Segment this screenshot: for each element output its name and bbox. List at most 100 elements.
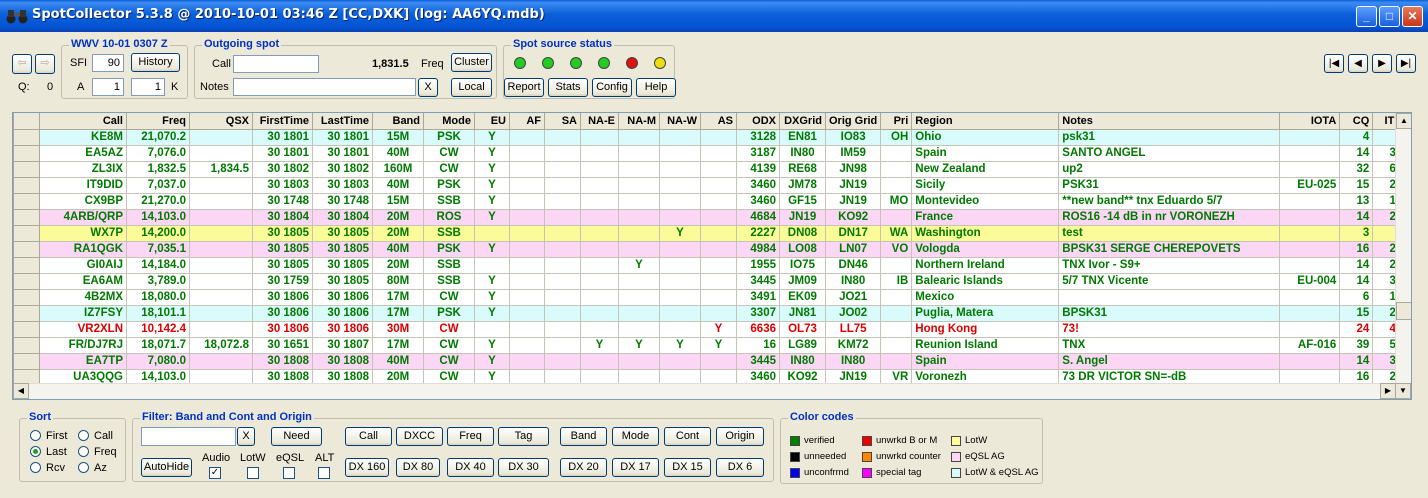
config-button[interactable]: Config (592, 78, 632, 97)
column-header[interactable]: Region (911, 113, 1060, 130)
column-header[interactable]: AS (700, 113, 737, 130)
table-row[interactable]: FR/DJ7RJ 18,071.7 18,072.8 30 1651 30 1807 17… (13, 336, 1407, 354)
filter-input[interactable] (141, 427, 236, 446)
table-row[interactable]: KE8M 21,070.2 30 1801 30 1801 15M PSK Y 3128 EN8… (13, 128, 1407, 146)
dx17-button[interactable]: DX 17 (612, 458, 659, 477)
local-button[interactable]: Local (451, 78, 492, 97)
column-header[interactable]: SA (544, 113, 581, 130)
row-selector[interactable] (13, 144, 40, 162)
sort-last-radio[interactable] (30, 446, 41, 457)
dx20-button[interactable]: DX 20 (560, 458, 607, 477)
table-row[interactable]: EA7TP 7,080.0 30 1808 30 1808 40M CW Y 3445 IN80… (13, 352, 1407, 370)
column-header[interactable]: NA-W (659, 113, 701, 130)
minimize-button[interactable]: _ (1356, 6, 1377, 27)
column-header[interactable]: Call (39, 113, 127, 130)
dx160-button[interactable]: DX 160 (345, 458, 389, 477)
table-row[interactable]: IZ7FSY 18,101.1 30 1806 30 1806 17M PSK Y 3307 J… (13, 304, 1407, 322)
column-header[interactable]: Mode (423, 113, 475, 130)
column-header[interactable]: QSX (189, 113, 253, 130)
freq-filter-button[interactable]: Freq (447, 427, 494, 446)
audio-checkbox[interactable]: ✓ (209, 467, 221, 479)
call-input[interactable] (233, 55, 319, 73)
prev-record-icon[interactable]: ◀ (1348, 54, 1368, 73)
row-selector[interactable] (13, 224, 40, 242)
column-header[interactable]: CQ (1339, 113, 1374, 130)
table-row[interactable]: GI0AIJ 14,184.0 30 1805 30 1805 20M SSB Y 1955 I… (13, 256, 1407, 274)
dx30-button[interactable]: DX 30 (498, 458, 549, 477)
column-header[interactable]: Freq (126, 113, 190, 130)
column-header[interactable]: FirstTime (252, 113, 313, 130)
column-header[interactable]: ODX (736, 113, 780, 130)
back-arrow-icon[interactable]: ⇦ (12, 54, 32, 74)
row-selector[interactable] (13, 192, 40, 210)
row-selector[interactable] (13, 208, 40, 226)
column-header[interactable]: NA-E (580, 113, 619, 130)
stats-button[interactable]: Stats (548, 78, 588, 97)
tag-filter-button[interactable]: Tag (498, 427, 549, 446)
table-row[interactable]: 4ARB/QRP 14,103.0 30 1804 30 1804 20M ROS Y 468… (13, 208, 1407, 226)
row-selector[interactable] (13, 304, 40, 322)
sort-call-radio[interactable] (78, 430, 89, 441)
column-header[interactable]: AF (509, 113, 545, 130)
column-header[interactable]: IOTA (1279, 113, 1341, 130)
dx15-button[interactable]: DX 15 (664, 458, 711, 477)
column-header[interactable]: Pri (880, 113, 913, 130)
cluster-button[interactable]: Cluster (451, 53, 492, 72)
table-row[interactable]: 4B2MX 18,080.0 30 1806 30 1806 17M CW Y 3491 EK0… (13, 288, 1407, 306)
table-row[interactable]: EA6AM 3,789.0 30 1759 30 1805 80M SSB Y 3445 JM0… (13, 272, 1407, 290)
alt-checkbox[interactable] (318, 467, 330, 479)
dx40-button[interactable]: DX 40 (447, 458, 494, 477)
row-selector[interactable] (13, 336, 40, 354)
scroll-left-icon[interactable]: ◀ (13, 383, 29, 399)
maximize-button[interactable]: □ (1379, 6, 1400, 27)
table-row[interactable]: IT9DID 7,037.0 30 1803 30 1803 40M PSK Y 3460 JM… (13, 176, 1407, 194)
table-row[interactable]: ZL3IX 1,832.5 1,834.5 30 1802 30 1802 160M CW Y… (13, 160, 1407, 178)
lotw-checkbox[interactable] (247, 467, 259, 479)
help-button[interactable]: Help (636, 78, 676, 97)
column-header[interactable]: LastTime (312, 113, 373, 130)
table-row[interactable]: RA1QGK 7,035.1 30 1805 30 1805 40M PSK Y 4984 LO… (13, 240, 1407, 258)
mode-filter-button[interactable]: Mode (612, 427, 659, 446)
cont-filter-button[interactable]: Cont (664, 427, 711, 446)
report-button[interactable]: Report (504, 78, 544, 97)
column-header[interactable]: DXGrid (779, 113, 826, 130)
band-filter-button[interactable]: Band (560, 427, 607, 446)
table-row[interactable]: EA5AZ 7,076.0 30 1801 30 1801 40M CW Y 3187 IN80… (13, 144, 1407, 162)
spot-grid[interactable]: Call Freq QSX FirstTime LastTime Band Mode EU AF… (12, 112, 1412, 400)
sort-rcv-radio[interactable] (30, 462, 41, 473)
origin-filter-button[interactable]: Origin (716, 427, 764, 446)
row-selector[interactable] (13, 256, 40, 274)
row-selector[interactable] (13, 272, 40, 290)
sort-first-radio[interactable] (30, 430, 41, 441)
column-header[interactable]: Notes (1058, 113, 1281, 130)
row-selector[interactable] (13, 240, 40, 258)
row-selector[interactable] (13, 128, 40, 146)
scroll-right-icon[interactable]: ▶ (1380, 383, 1396, 399)
scroll-up-icon[interactable]: ▲ (1396, 113, 1411, 129)
column-header[interactable]: EU (474, 113, 510, 130)
row-selector[interactable] (13, 288, 40, 306)
scroll-thumb[interactable] (1396, 302, 1411, 320)
vertical-scrollbar[interactable]: ▲ (1395, 113, 1411, 383)
table-row[interactable]: WX7P 14,200.0 30 1805 30 1805 20M SSB Y 2227 DN0… (13, 224, 1407, 242)
dx80-button[interactable]: DX 80 (396, 458, 440, 477)
notes-input[interactable] (233, 78, 416, 96)
row-selector[interactable] (13, 320, 40, 338)
dx6-button[interactable]: DX 6 (716, 458, 764, 477)
last-record-icon[interactable]: ▶| (1396, 54, 1416, 73)
call-filter-button[interactable]: Call (345, 427, 392, 446)
row-selector[interactable] (13, 176, 40, 194)
next-record-icon[interactable]: ▶ (1372, 54, 1392, 73)
table-row[interactable]: VR2XLN 10,142.4 30 1806 30 1806 30M CW Y 6636 OL… (13, 320, 1407, 338)
title-bar[interactable]: SpotCollector 5.3.8 @ 2010-10-01 03:46 Z… (0, 0, 1428, 32)
forward-arrow-icon[interactable]: ⇨ (35, 54, 55, 74)
clear-notes-button[interactable]: X (418, 78, 438, 97)
close-button[interactable]: ✕ (1402, 6, 1423, 27)
sort-az-radio[interactable] (78, 462, 89, 473)
column-header[interactable]: Orig Grid (824, 113, 882, 130)
row-selector[interactable] (13, 160, 40, 178)
history-button[interactable]: History (131, 53, 180, 72)
row-selector[interactable] (13, 352, 40, 370)
need-button[interactable]: Need (271, 427, 322, 446)
table-row[interactable]: CX9BP 21,270.0 30 1748 30 1748 15M SSB Y 3460 GF… (13, 192, 1407, 210)
